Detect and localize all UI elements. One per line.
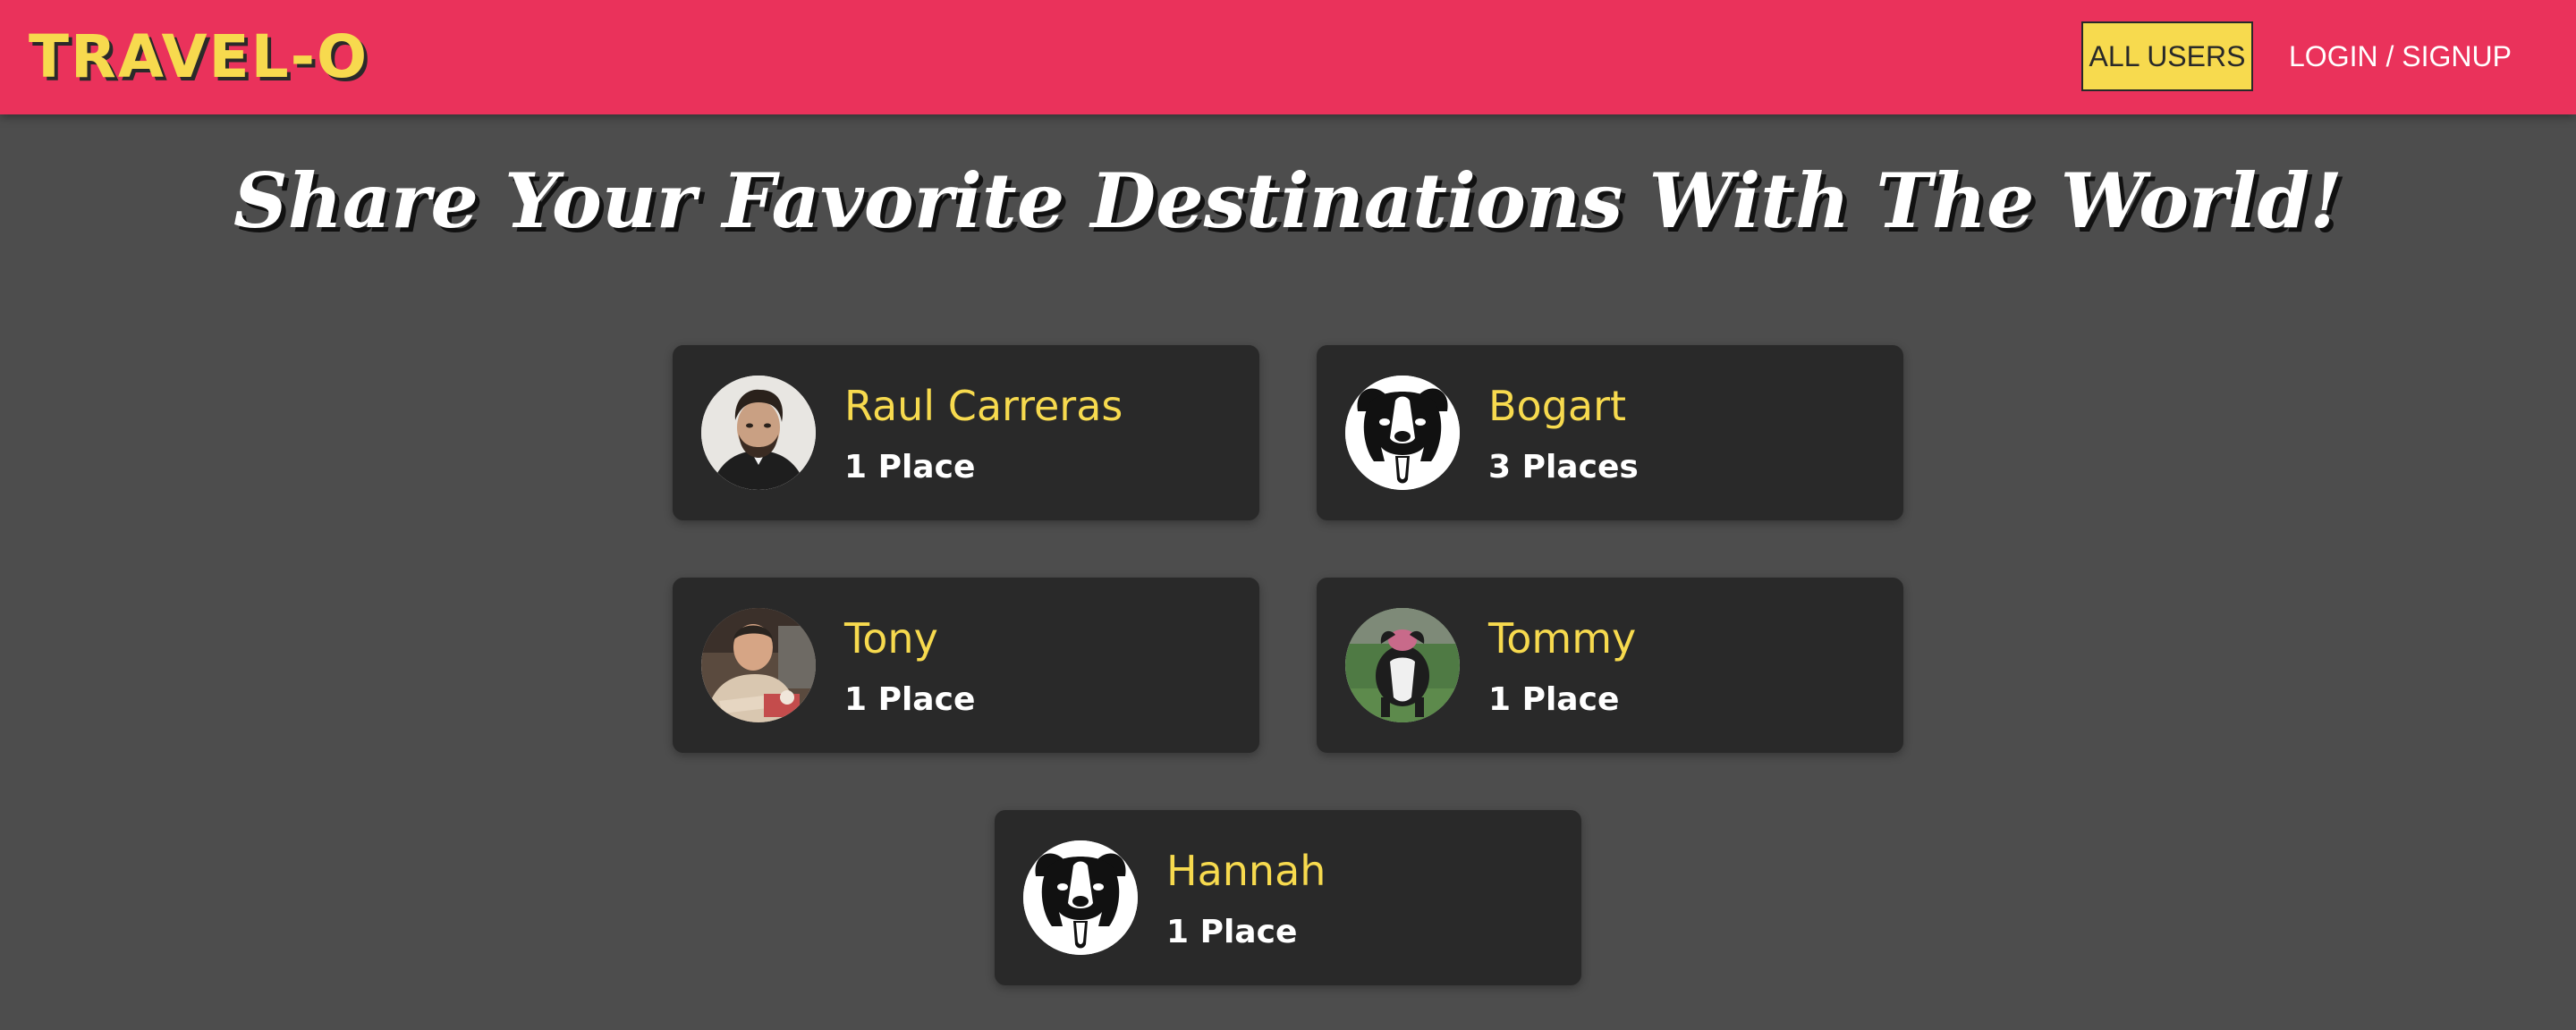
main-header: TRAVEL-O ALL USERS LOGIN / SIGNUP	[0, 0, 2576, 114]
user-avatar	[1345, 608, 1460, 722]
nav-login-signup-link[interactable]: LOGIN / SIGNUP	[2276, 21, 2524, 91]
user-name: Bogart	[1488, 382, 1627, 430]
user-place-count: 3 Places	[1488, 449, 1639, 485]
user-card-tommy[interactable]: Tommy 1 Place	[1317, 578, 1903, 753]
user-card-tony[interactable]: Tony 1 Place	[673, 578, 1259, 753]
user-name: Tommy	[1488, 614, 1637, 663]
user-place-count: 1 Place	[844, 681, 976, 718]
user-place-count: 1 Place	[1488, 681, 1620, 718]
dog-logo-icon	[1023, 840, 1138, 955]
dog-logo-icon	[1345, 376, 1460, 490]
page-title: Share Your Favorite Destinations With Th…	[233, 156, 2343, 245]
user-place-count: 1 Place	[844, 449, 976, 485]
user-place-count: 1 Place	[1166, 914, 1298, 950]
user-name: Hannah	[1166, 847, 1326, 895]
user-avatar	[701, 608, 816, 722]
user-card-bogart[interactable]: Bogart 3 Places	[1317, 345, 1903, 520]
user-avatar	[1023, 840, 1138, 955]
user-avatar	[701, 376, 816, 490]
nav-all-users-link[interactable]: ALL USERS	[2081, 21, 2253, 91]
user-avatar	[1345, 376, 1460, 490]
user-card-hannah[interactable]: Hannah 1 Place	[995, 810, 1581, 985]
man-photo-icon	[701, 608, 816, 722]
dog-photo-icon	[1345, 608, 1460, 722]
user-card-raul-carreras[interactable]: Raul Carreras 1 Place	[673, 345, 1259, 520]
user-name: Raul Carreras	[844, 382, 1123, 430]
logo[interactable]: TRAVEL-O	[29, 20, 369, 95]
man-photo-icon	[701, 376, 816, 490]
user-name: Tony	[844, 614, 938, 663]
